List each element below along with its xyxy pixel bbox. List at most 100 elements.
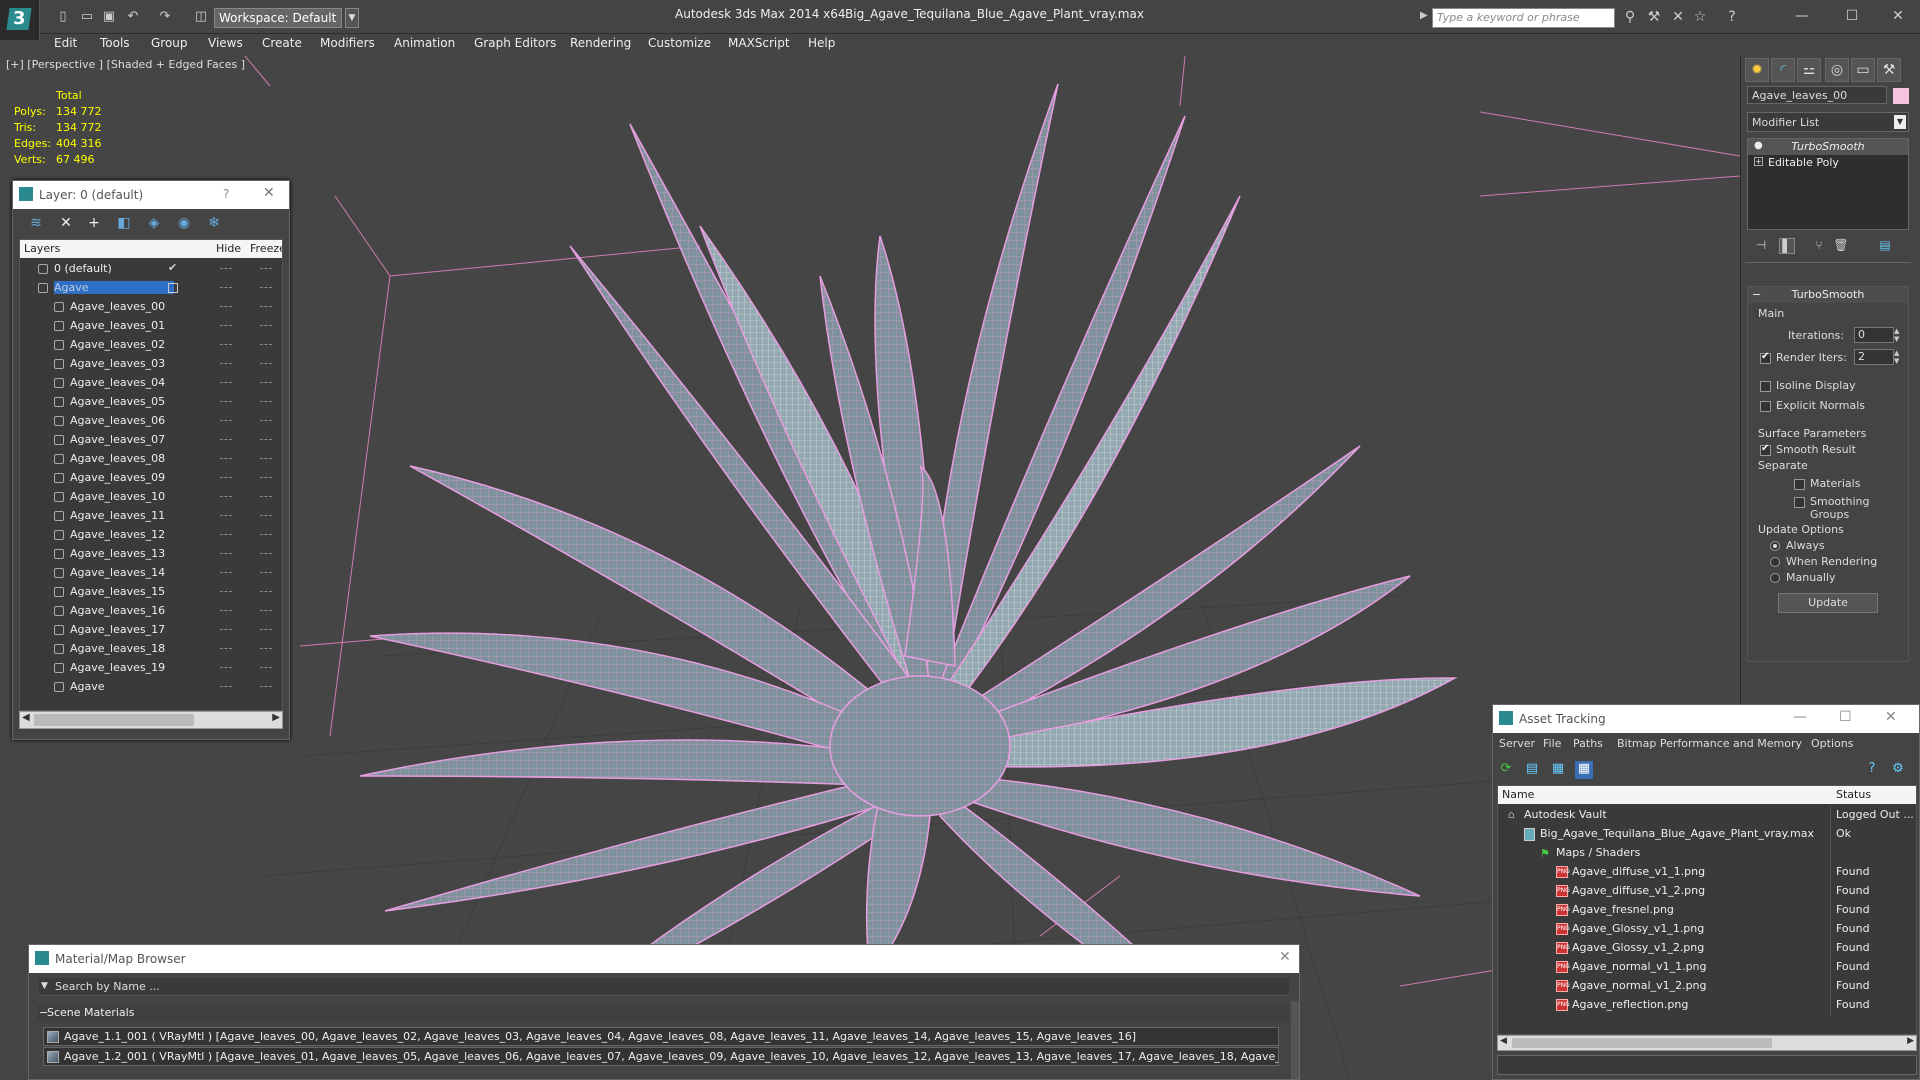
- settings-icon[interactable]: ⚙: [1889, 761, 1907, 779]
- freeze-toggle[interactable]: [260, 515, 272, 516]
- when-rendering-radio[interactable]: [1770, 557, 1780, 567]
- options-arrow-icon[interactable]: ▼: [41, 981, 48, 991]
- layer-row[interactable]: Agave: [20, 279, 282, 298]
- close-icon[interactable]: ✕: [1279, 949, 1291, 965]
- asset-path-field[interactable]: [1497, 1055, 1917, 1075]
- menu-create[interactable]: Create: [262, 36, 302, 50]
- caret-right-icon[interactable]: ▶: [1420, 10, 1428, 21]
- freeze-toggle[interactable]: [260, 667, 272, 668]
- stack-item-editable-poly[interactable]: + Editable Poly: [1748, 155, 1908, 171]
- hide-toggle[interactable]: [220, 344, 232, 345]
- col-name[interactable]: Name: [1502, 788, 1534, 801]
- search-input[interactable]: Type a keyword or phrase: [1432, 8, 1615, 28]
- asset-menu-server[interactable]: Server: [1499, 737, 1535, 750]
- freeze-toggle[interactable]: [260, 439, 272, 440]
- save-icon[interactable]: ▣: [100, 8, 118, 26]
- help-icon[interactable]: ?: [1722, 9, 1742, 27]
- hierarchy-tab-icon[interactable]: ⚍: [1797, 58, 1821, 82]
- update-button[interactable]: Update: [1778, 593, 1878, 613]
- hide-toggle[interactable]: [220, 325, 232, 326]
- add-to-layer-icon[interactable]: +: [85, 215, 103, 233]
- hide-toggle[interactable]: [220, 667, 232, 668]
- asset-menu-file[interactable]: File: [1543, 737, 1561, 750]
- thumbnail-view-icon[interactable]: ▦: [1549, 761, 1567, 779]
- freeze-toggle[interactable]: [260, 287, 272, 288]
- layer-object-row[interactable]: Agave_leaves_02: [20, 336, 282, 355]
- make-unique-icon[interactable]: ⑂: [1811, 238, 1827, 254]
- layer-object-row[interactable]: Agave_leaves_09: [20, 469, 282, 488]
- freeze-toggle[interactable]: [260, 610, 272, 611]
- help-icon[interactable]: ?: [223, 187, 229, 201]
- pin-stack-icon[interactable]: ⊣: [1753, 238, 1769, 254]
- freeze-toggle[interactable]: [260, 477, 272, 478]
- menu-help[interactable]: Help: [808, 36, 835, 50]
- hide-toggle[interactable]: [220, 629, 232, 630]
- scrollbar-thumb[interactable]: [34, 714, 194, 726]
- close-icon[interactable]: ✕: [263, 185, 275, 201]
- layer-object-row[interactable]: Agave: [20, 678, 282, 697]
- subscription-icon[interactable]: ⚒: [1644, 9, 1664, 27]
- chevron-down-icon[interactable]: ▼: [1894, 115, 1906, 129]
- material-row[interactable]: Agave_1.1_001 ( VRayMtl ) [Agave_leaves_…: [43, 1027, 1279, 1046]
- render-iters-spinner[interactable]: 2: [1854, 349, 1894, 365]
- help-icon[interactable]: ?: [1863, 761, 1881, 779]
- asset-row[interactable]: PNG Agave_diffuse_v1_2.png Found: [1498, 882, 1916, 901]
- close-icon[interactable]: ✕: [1878, 4, 1918, 28]
- material-search-input[interactable]: Search by Name ...: [39, 978, 1289, 996]
- asset-row[interactable]: ⚑ Maps / Shaders: [1498, 844, 1916, 863]
- maximize-icon[interactable]: ☐: [1832, 4, 1872, 28]
- menu-rendering[interactable]: Rendering: [570, 36, 631, 50]
- hide-toggle[interactable]: [220, 401, 232, 402]
- hide-toggle[interactable]: [220, 287, 232, 288]
- smooth-result-checkbox[interactable]: [1760, 443, 1771, 456]
- asset-row[interactable]: PNG Agave_fresnel.png Found: [1498, 901, 1916, 920]
- scroll-left-icon[interactable]: ◀: [22, 712, 30, 723]
- freeze-toggle[interactable]: [260, 382, 272, 383]
- rollout-title[interactable]: − TurboSmooth: [1748, 287, 1908, 303]
- layer-object-row[interactable]: Agave_leaves_06: [20, 412, 282, 431]
- hide-toggle[interactable]: [220, 420, 232, 421]
- hide-toggle[interactable]: [220, 648, 232, 649]
- hide-toggle[interactable]: [220, 382, 232, 383]
- app-menu-button[interactable]: 3: [0, 0, 40, 40]
- close-icon[interactable]: ✕: [1885, 709, 1897, 725]
- freeze-toggle[interactable]: [260, 306, 272, 307]
- asset-menu-options[interactable]: Options: [1811, 737, 1853, 750]
- col-hide[interactable]: Hide: [216, 242, 241, 255]
- hide-toggle[interactable]: [220, 534, 232, 535]
- select-objects-icon[interactable]: ◧: [115, 215, 133, 233]
- collapse-icon[interactable]: −: [39, 1006, 48, 1019]
- layer-object-row[interactable]: Agave_leaves_04: [20, 374, 282, 393]
- layer-object-row[interactable]: Agave_leaves_14: [20, 564, 282, 583]
- menu-customize[interactable]: Customize: [648, 36, 711, 50]
- binoculars-icon[interactable]: ⚲: [1620, 9, 1640, 27]
- stack-item-turbosmooth[interactable]: ● TurboSmooth: [1748, 139, 1908, 155]
- layer-object-row[interactable]: Agave_leaves_08: [20, 450, 282, 469]
- manually-radio[interactable]: [1770, 573, 1780, 583]
- scene-materials-group[interactable]: − Scene Materials: [37, 1005, 1289, 1021]
- material-vertical-scrollbar[interactable]: [1291, 1001, 1299, 1079]
- menu-modifiers[interactable]: Modifiers: [320, 36, 375, 50]
- col-status[interactable]: Status: [1836, 788, 1871, 801]
- menu-views[interactable]: Views: [208, 36, 243, 50]
- configure-sets-icon[interactable]: ▤: [1877, 238, 1893, 254]
- asset-row[interactable]: PNG Agave_normal_v1_2.png Found: [1498, 977, 1916, 996]
- asset-tracking-title[interactable]: Asset Tracking — ☐ ✕: [1493, 705, 1919, 733]
- expand-plus-icon[interactable]: +: [1754, 157, 1763, 166]
- explicit-normals-checkbox[interactable]: [1760, 401, 1771, 412]
- new-file-icon[interactable]: ▯: [54, 8, 72, 26]
- open-file-icon[interactable]: ▭: [78, 8, 96, 26]
- always-radio[interactable]: [1770, 541, 1780, 551]
- hide-toggle[interactable]: [220, 268, 232, 269]
- freeze-toggle[interactable]: [260, 534, 272, 535]
- asset-row[interactable]: PNG Agave_Glossy_v1_1.png Found: [1498, 920, 1916, 939]
- freeze-toggle[interactable]: [260, 363, 272, 364]
- minimize-icon[interactable]: —: [1782, 4, 1822, 28]
- material-row[interactable]: Agave_1.2_001 ( VRayMtl ) [Agave_leaves_…: [43, 1047, 1279, 1066]
- spinner-arrows-icon[interactable]: ▲ ▼: [1894, 349, 1902, 365]
- asset-horizontal-scrollbar[interactable]: ◀ ▶: [1497, 1035, 1917, 1051]
- asset-menu-bitmap-performance[interactable]: Bitmap Performance and Memory: [1617, 737, 1802, 750]
- hide-toggle[interactable]: [220, 610, 232, 611]
- layer-object-row[interactable]: Agave_leaves_16: [20, 602, 282, 621]
- freeze-toggle[interactable]: [260, 268, 272, 269]
